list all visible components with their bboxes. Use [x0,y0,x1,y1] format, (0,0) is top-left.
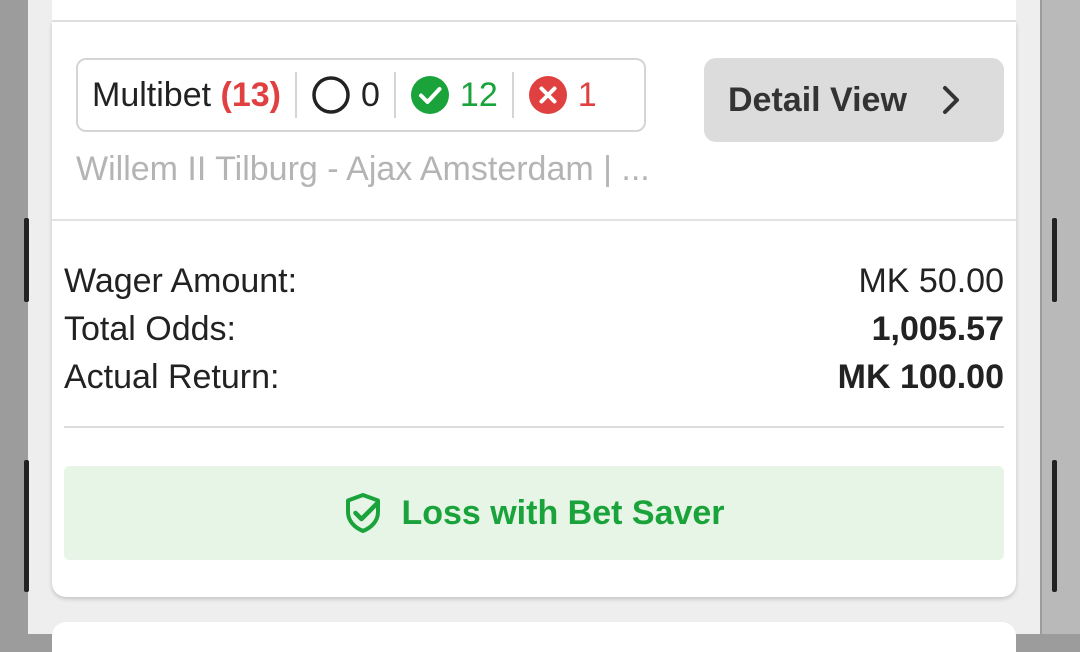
bet-type-label: Multibet [92,75,212,114]
open-count: 0 [360,75,380,114]
won-count: 12 [459,75,498,114]
bet-card: Multibet (13) 0 12 1 Willem II Tilburg -… [52,22,1016,597]
bet-saver-label: Loss with Bet Saver [401,493,725,532]
divider [64,426,1004,428]
odds-label: Total Odds: [64,310,236,348]
return-value: MK 100.00 [837,358,1004,396]
previous-card [52,0,1016,22]
x-circle-icon [528,76,567,114]
bet-count: (13) [220,75,281,114]
match-title: Willem II Tilburg - Ajax Amsterdam | ... [76,150,650,188]
divider [52,219,1016,221]
return-label: Actual Return: [64,358,280,396]
wager-value: MK 50.00 [858,262,1004,300]
detail-view-button[interactable]: Detail View [704,58,1004,142]
chevron-right-icon [942,86,959,114]
background-scrollbar [1042,0,1080,634]
bet-type: Multibet (13) [92,76,281,115]
background-edge [1052,460,1057,592]
wager-label: Wager Amount: [64,262,298,300]
lost-count: 1 [577,75,597,114]
divider [393,72,396,118]
background-edge [24,460,29,592]
divider [294,72,297,118]
bet-saver-status: Loss with Bet Saver [64,466,1004,560]
lost-stat: 1 [528,75,597,115]
odds-value: 1,005.57 [871,310,1004,348]
divider [511,72,514,118]
return-row: Actual Return: MK 100.00 [64,358,1004,397]
bet-summary: Multibet (13) 0 12 1 [76,58,646,132]
background-edge [24,218,29,302]
check-circle-icon [410,76,449,114]
background-edge [1052,218,1057,302]
open-stat: 0 [311,75,380,115]
circle-open-icon [312,76,350,114]
shield-check-icon [346,493,381,533]
detail-view-label: Detail View [728,80,907,119]
next-card [52,622,1016,652]
won-stat: 12 [410,75,498,115]
odds-row: Total Odds: 1,005.57 [64,310,1004,349]
wager-row: Wager Amount: MK 50.00 [64,262,1004,301]
